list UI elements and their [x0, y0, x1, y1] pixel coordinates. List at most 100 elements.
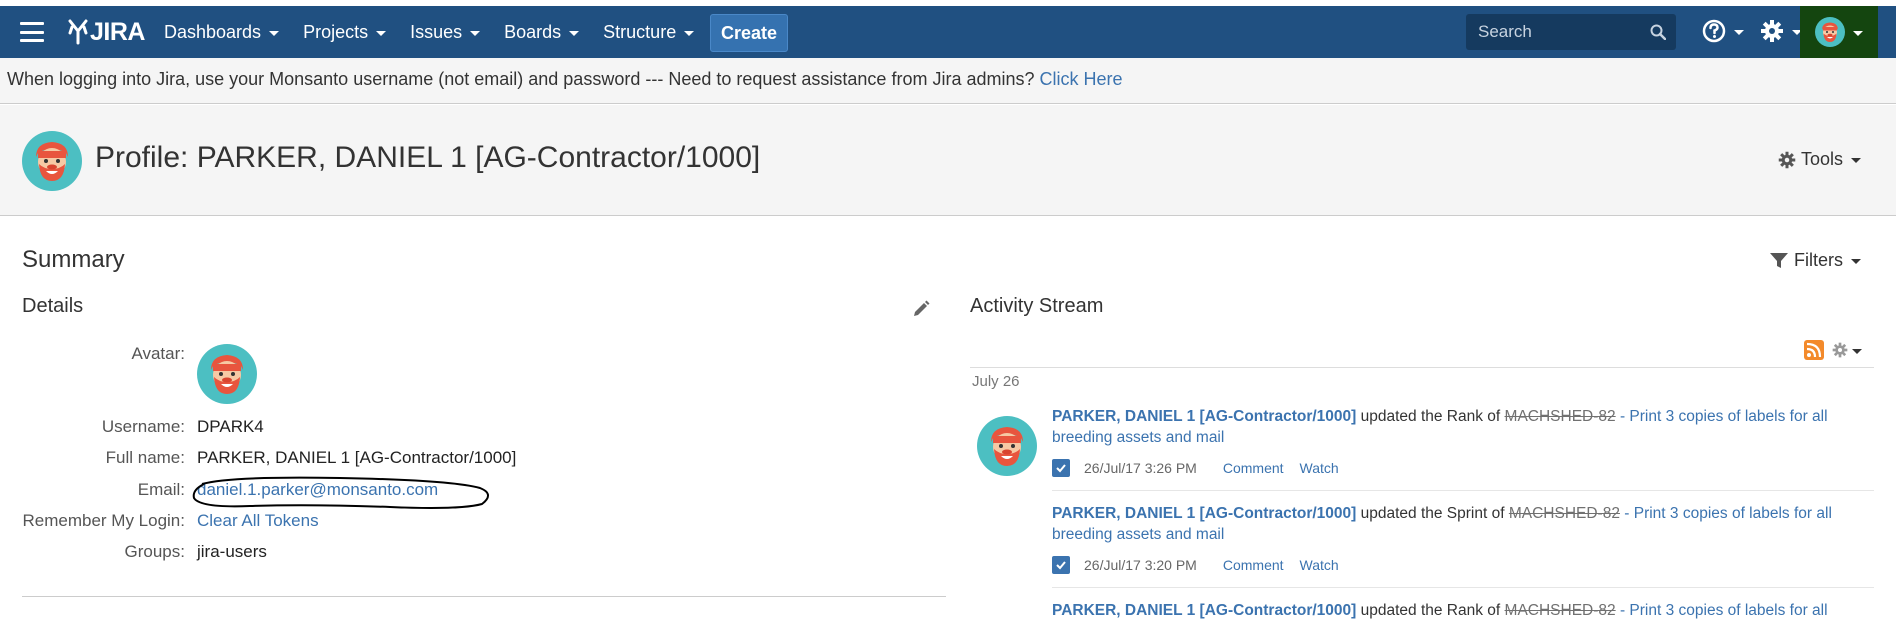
remember-login-value: Clear All Tokens: [197, 511, 319, 531]
details-row-groups: Groups: jira-users: [0, 542, 267, 562]
entry-issue-key-link[interactable]: MACHSHED-82: [1505, 408, 1616, 425]
fullname-label: Full name:: [105, 448, 185, 467]
username-value: DPARK4: [197, 417, 264, 436]
stream-tools: [1804, 340, 1862, 360]
details-row-avatar: Avatar:: [0, 344, 257, 409]
hand-drawn-ellipse-annotation: [192, 476, 489, 509]
help-icon: [1702, 19, 1726, 43]
chevron-down-icon: [1851, 158, 1862, 163]
details-row-remember: Remember My Login: Clear All Tokens: [0, 511, 319, 531]
chevron-down-icon: [1734, 29, 1744, 35]
email-label: Email:: [137, 480, 185, 499]
edit-pencil-icon[interactable]: [912, 300, 930, 318]
details-avatar: [197, 344, 257, 404]
quick-search: [1466, 14, 1676, 50]
entry-action: updated the Rank of: [1356, 408, 1505, 425]
nav-projects-label: Projects: [303, 21, 369, 42]
tools-label: Tools: [1801, 149, 1844, 169]
jira-logo-icon: [68, 19, 88, 45]
filters-dropdown[interactable]: Filters: [1770, 250, 1861, 271]
stream-top-rule: [970, 367, 1874, 368]
nav-dashboards-label: Dashboards: [164, 21, 262, 42]
entry-issue-key-link[interactable]: MACHSHED-82: [1505, 602, 1616, 619]
gear-icon: [1832, 342, 1848, 358]
entry-timestamp: 26/Jul/17 3:26 PM: [1084, 460, 1197, 476]
stream-settings-menu[interactable]: [1832, 342, 1862, 358]
entry-avatar[interactable]: [977, 416, 1037, 476]
details-separator: [22, 596, 946, 597]
entry-user-link[interactable]: PARKER, DANIEL 1 [AG-Contractor/1000]: [1052, 408, 1356, 425]
gear-icon: [1761, 20, 1783, 42]
activity-stream-heading: Activity Stream: [970, 295, 1104, 317]
entry-issue-key-link[interactable]: MACHSHED-82: [1509, 505, 1620, 522]
entry-text: PARKER, DANIEL 1 [AG-Contractor/1000] up…: [1052, 503, 1832, 545]
details-row-fullname: Full name: PARKER, DANIEL 1 [AG-Contract…: [0, 448, 517, 468]
rss-feed-icon[interactable]: [1804, 340, 1824, 360]
chevron-down-icon: [569, 30, 580, 36]
filter-icon: [1770, 252, 1788, 268]
logo-text: JIRA: [90, 17, 145, 46]
remember-login-label: Remember My Login:: [22, 511, 185, 530]
nav-structure-label: Structure: [603, 21, 677, 42]
entry-separator: [1052, 587, 1874, 588]
stream-date-heading: July 26: [972, 373, 1020, 390]
nav-issues[interactable]: Issues: [398, 12, 492, 52]
tools-dropdown[interactable]: Tools: [1778, 149, 1862, 170]
avatar-value: [197, 344, 257, 409]
search-input[interactable]: [1466, 22, 1636, 42]
nav-structure[interactable]: Structure: [591, 12, 706, 52]
entry-timestamp: 26/Jul/17 3:20 PM: [1084, 557, 1197, 573]
announcement-banner: When logging into Jira, use your Monsant…: [0, 58, 1896, 104]
summary-heading: Summary: [22, 246, 125, 273]
create-button[interactable]: Create: [710, 14, 788, 52]
entry-action: updated the Sprint of: [1356, 505, 1509, 522]
chevron-down-icon: [1853, 30, 1863, 36]
jira-logo[interactable]: JIRA: [68, 16, 145, 48]
entry-meta: 26/Jul/17 3:20 PM Comment Watch: [1052, 556, 1355, 574]
app-header: JIRA Dashboards Projects Issues Boards S…: [0, 6, 1896, 58]
main-nav: Dashboards Projects Issues Boards Struct…: [152, 12, 706, 52]
entry-text: PARKER, DANIEL 1 [AG-Contractor/1000] up…: [1052, 406, 1832, 448]
nav-projects[interactable]: Projects: [291, 12, 398, 52]
page-header: Profile: PARKER, DANIEL 1 [AG-Contractor…: [0, 105, 1896, 216]
groups-label: Groups:: [124, 542, 185, 561]
username-label: Username:: [101, 417, 185, 436]
entry-user-link[interactable]: PARKER, DANIEL 1 [AG-Contractor/1000]: [1052, 505, 1356, 522]
page-title: Profile: PARKER, DANIEL 1 [AG-Contractor…: [95, 141, 761, 174]
entry-separator: [1052, 490, 1874, 491]
chevron-down-icon: [684, 30, 695, 36]
search-icon[interactable]: [1650, 24, 1666, 40]
entry-watch-link[interactable]: Watch: [1300, 557, 1339, 573]
announcement-text: When logging into Jira, use your Monsant…: [7, 69, 1040, 89]
entry-issue-summary-link[interactable]: - Print 3 copies of labels for all: [1616, 602, 1828, 619]
user-avatar: [1815, 17, 1845, 47]
admin-menu[interactable]: [1760, 19, 1802, 43]
nav-boards[interactable]: Boards: [492, 12, 591, 52]
entry-comment-link[interactable]: Comment: [1223, 557, 1284, 573]
gear-icon: [1778, 151, 1796, 168]
help-menu[interactable]: [1702, 19, 1744, 43]
filters-label: Filters: [1794, 250, 1843, 270]
fullname-value: PARKER, DANIEL 1 [AG-Contractor/1000]: [197, 448, 517, 467]
announcement-link[interactable]: Click Here: [1040, 69, 1123, 89]
details-heading: Details: [22, 295, 84, 317]
chevron-down-icon: [1851, 259, 1861, 264]
profile-avatar: [22, 131, 82, 191]
avatar-label: Avatar:: [131, 344, 185, 363]
issue-type-task-icon: [1052, 556, 1070, 574]
app-switcher-menu-icon[interactable]: [20, 22, 44, 42]
groups-value: jira-users: [197, 542, 267, 561]
nav-dashboards[interactable]: Dashboards: [152, 12, 291, 52]
entry-comment-link[interactable]: Comment: [1223, 460, 1284, 476]
nav-issues-label: Issues: [410, 21, 463, 42]
user-profile-menu[interactable]: [1800, 6, 1878, 58]
entry-action: updated the Rank of: [1356, 602, 1505, 619]
chevron-down-icon: [1852, 348, 1862, 354]
chevron-down-icon: [470, 30, 481, 36]
nav-boards-label: Boards: [504, 21, 562, 42]
entry-watch-link[interactable]: Watch: [1300, 460, 1339, 476]
entry-user-link[interactable]: PARKER, DANIEL 1 [AG-Contractor/1000]: [1052, 602, 1356, 619]
entry-text: PARKER, DANIEL 1 [AG-Contractor/1000] up…: [1052, 600, 1832, 621]
details-row-username: Username: DPARK4: [0, 417, 264, 437]
chevron-down-icon: [376, 30, 387, 36]
